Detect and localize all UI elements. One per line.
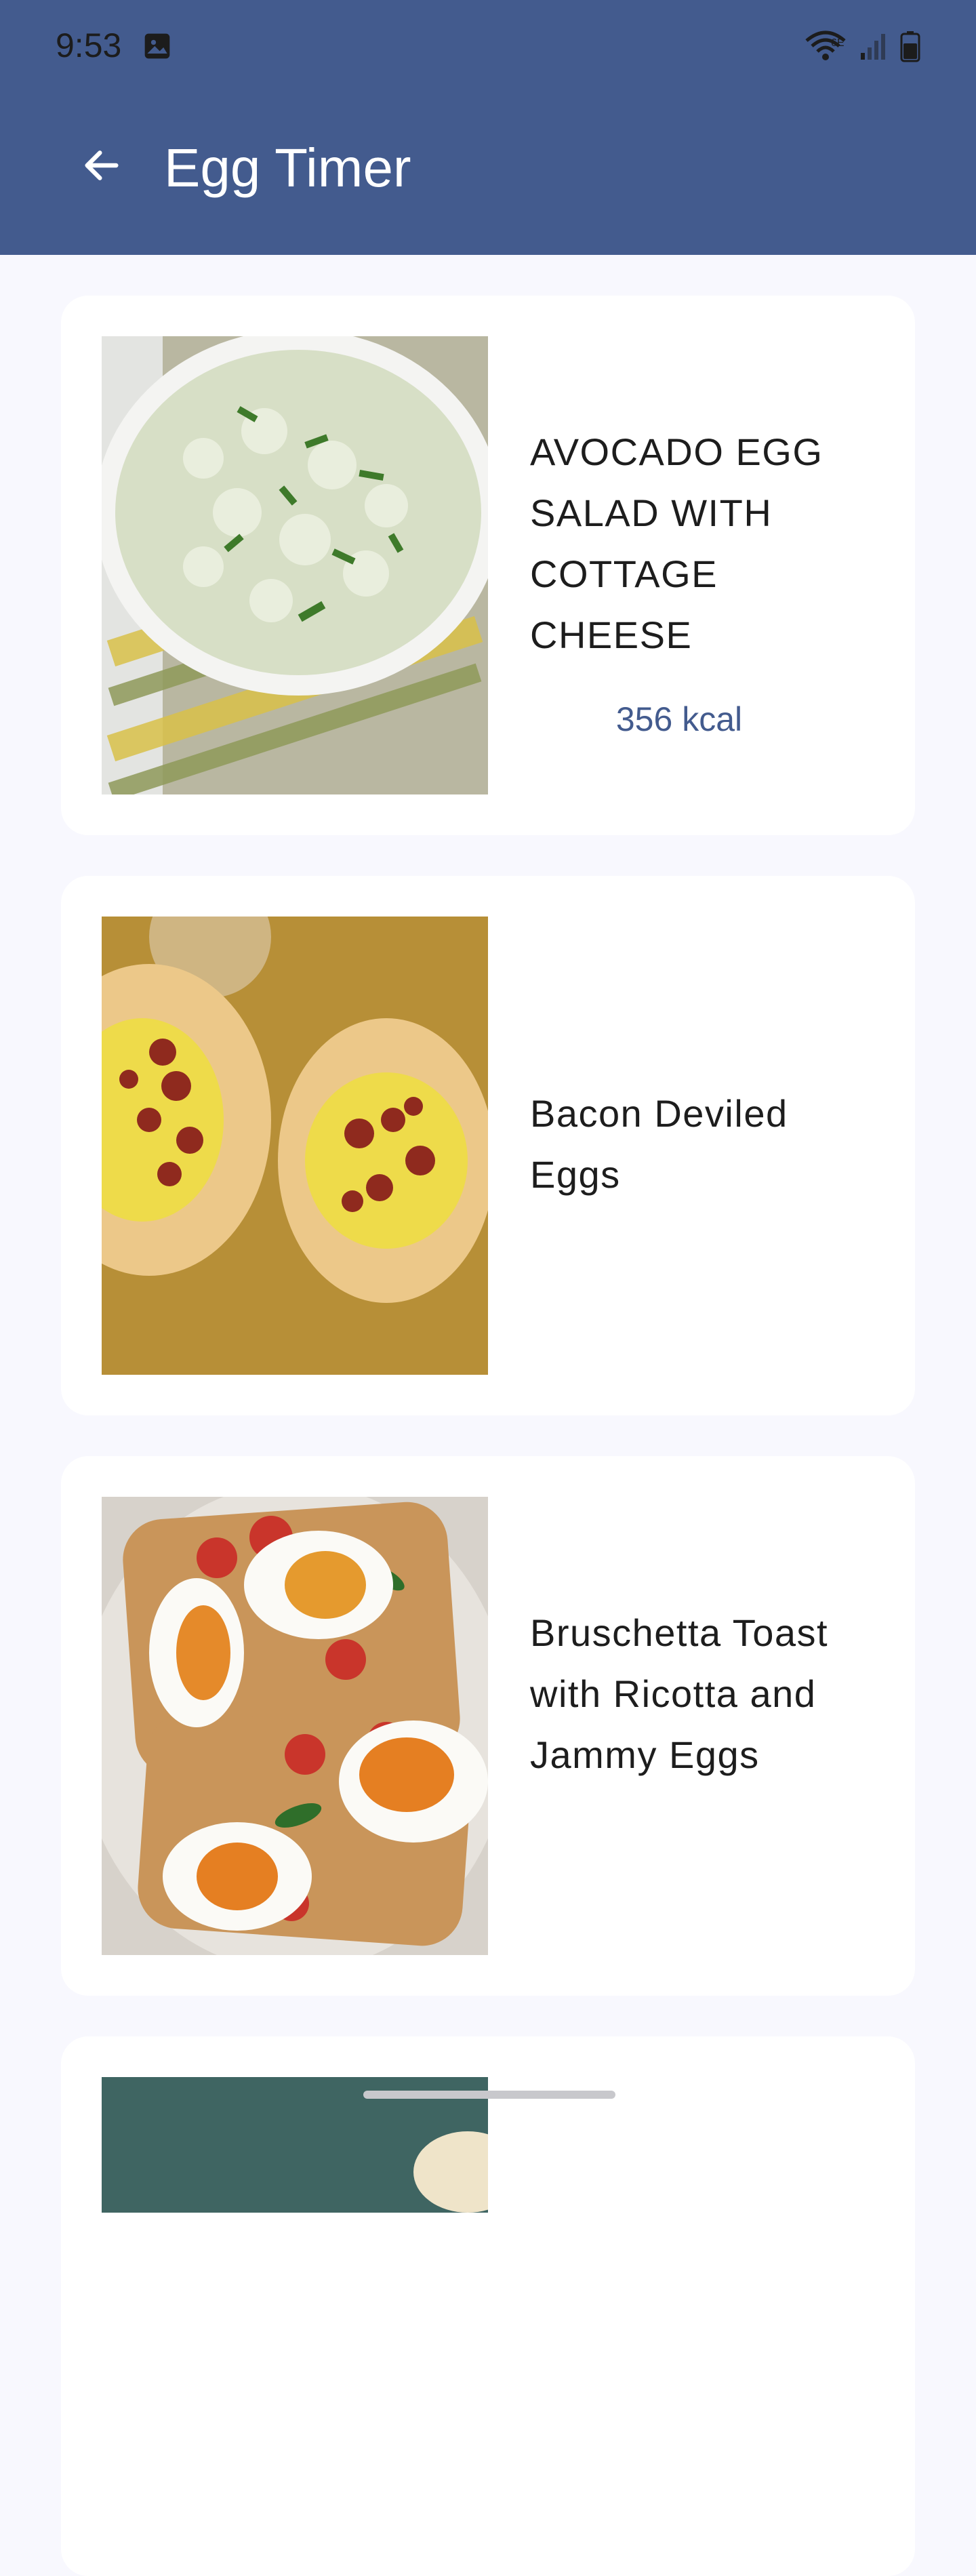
recipe-card[interactable]: Bacon Deviled Eggs bbox=[61, 876, 915, 1415]
svg-text:6E: 6E bbox=[831, 37, 845, 49]
status-icons: 6E bbox=[804, 27, 920, 65]
battery-icon bbox=[900, 30, 920, 62]
page-title: Egg Timer bbox=[164, 138, 411, 198]
toolbar: Egg Timer bbox=[0, 92, 976, 255]
gallery-icon bbox=[142, 31, 172, 61]
recipe-card[interactable]: Bruschetta Toast with Ricotta and Jammy … bbox=[61, 1456, 915, 1996]
recipe-image-bruschetta bbox=[102, 1497, 488, 1955]
back-button[interactable] bbox=[68, 133, 136, 201]
status-bar: 9:53 6E bbox=[0, 0, 976, 92]
wifi-6e-icon: 6E bbox=[804, 30, 847, 62]
recipe-title: Bruschetta Toast with Ricotta and Jammy … bbox=[530, 1611, 829, 1776]
recipe-card[interactable] bbox=[61, 2036, 915, 2576]
recipe-title: Bacon Deviled Eggs bbox=[530, 1092, 788, 1196]
cell-signal-icon bbox=[859, 31, 888, 61]
app-bar: 9:53 6E Egg Timer bbox=[0, 0, 976, 255]
recipe-image-deviled-eggs bbox=[102, 917, 488, 1375]
recipe-card[interactable]: AVOCADO EGG SALAD WITH COTTAGE CHEESE 35… bbox=[61, 296, 915, 835]
home-indicator[interactable] bbox=[363, 2091, 615, 2099]
recipe-image-egg-salad bbox=[102, 336, 488, 794]
status-time: 9:53 bbox=[56, 26, 122, 64]
arrow-left-icon bbox=[80, 144, 123, 190]
recipe-title: AVOCADO EGG SALAD WITH COTTAGE CHEESE bbox=[530, 430, 824, 656]
recipe-kcal: 356 kcal bbox=[615, 700, 743, 738]
